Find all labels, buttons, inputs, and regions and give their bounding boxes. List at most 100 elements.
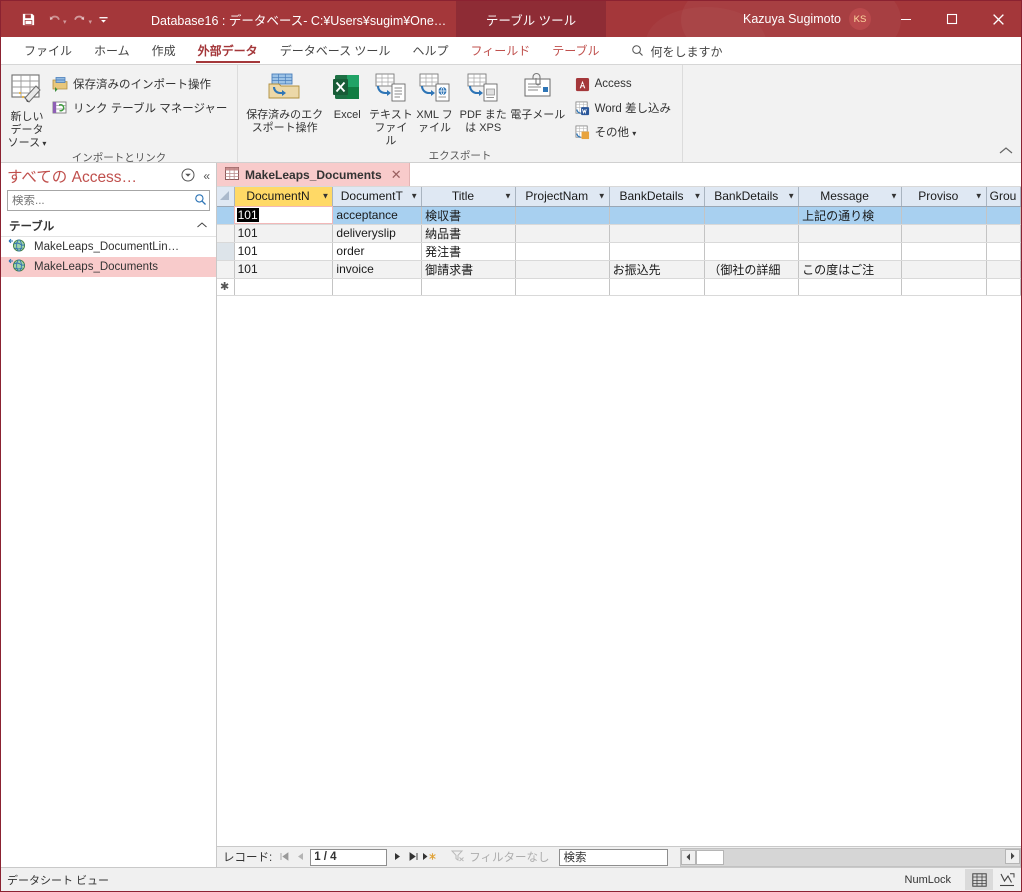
cell-title[interactable]: 検収書 xyxy=(421,206,516,225)
collapse-ribbon-button[interactable] xyxy=(999,144,1013,158)
scroll-left-button[interactable] xyxy=(681,849,697,865)
last-record-button[interactable] xyxy=(405,851,421,863)
chevron-down-icon[interactable]: ▼ xyxy=(410,192,418,201)
saved-imports-button[interactable]: 保存済みのインポート操作 xyxy=(47,72,232,96)
cell-bankdetails-2[interactable] xyxy=(704,206,800,225)
saved-exports-button[interactable]: 保存済みのエクスポート操作 xyxy=(244,69,325,135)
cell-bankdetails-1[interactable]: お振込先 xyxy=(609,260,706,279)
more-exports-button[interactable]: その他 ▾ xyxy=(570,120,676,144)
navpane-group-tables[interactable]: テーブル xyxy=(1,215,216,237)
cell-projectname[interactable] xyxy=(515,206,610,225)
cell-bankdetails-2[interactable] xyxy=(704,242,800,261)
cell-proviso[interactable] xyxy=(901,224,987,243)
avatar[interactable]: KS xyxy=(849,8,871,30)
column-header-projectname[interactable]: ProjectNam ▼ xyxy=(515,187,610,207)
navpane-search-input[interactable] xyxy=(12,194,194,207)
cell-group[interactable] xyxy=(986,260,1021,279)
cell-new-title[interactable] xyxy=(421,278,516,296)
cell-new-projectname[interactable] xyxy=(515,278,610,296)
ribbon-tab-external-data[interactable]: 外部データ xyxy=(187,39,269,64)
ribbon-tab-database-tools[interactable]: データベース ツール xyxy=(269,39,402,64)
export-access-button[interactable]: Access xyxy=(570,72,676,96)
cell-proviso[interactable] xyxy=(901,242,987,261)
previous-record-button[interactable] xyxy=(292,852,308,863)
column-header-title[interactable]: Title ▼ xyxy=(421,187,516,207)
navpane-search[interactable] xyxy=(7,190,210,211)
column-header-proviso[interactable]: Proviso ▼ xyxy=(901,187,987,207)
maximize-button[interactable] xyxy=(929,1,975,37)
export-text-file-button[interactable]: テキスト ファイル xyxy=(369,69,413,148)
row-selector[interactable] xyxy=(217,206,235,225)
record-position-input[interactable]: 1 / 4 xyxy=(310,848,388,866)
linked-table-manager-button[interactable]: リンク テーブル マネージャー xyxy=(47,96,232,120)
column-header-group[interactable]: Grou xyxy=(986,187,1021,207)
cell-new-bankdetails-2[interactable] xyxy=(704,278,800,296)
column-header-message[interactable]: Message ▼ xyxy=(798,187,902,207)
cell-bankdetails-2[interactable] xyxy=(704,224,800,243)
cell-bankdetails-1[interactable] xyxy=(609,224,706,243)
new-record-row[interactable]: ✱ xyxy=(217,278,1021,296)
ribbon-tab-help[interactable]: ヘルプ xyxy=(401,39,459,64)
chevron-down-icon[interactable]: ▼ xyxy=(693,192,701,201)
cell-new-documenttype[interactable] xyxy=(332,278,423,296)
chevron-down-icon[interactable]: ▼ xyxy=(322,192,330,201)
ribbon-tab-file[interactable]: ファイル xyxy=(13,39,83,64)
first-record-button[interactable] xyxy=(276,851,292,863)
scroll-right-button[interactable] xyxy=(1005,848,1020,864)
cell-documentnumber[interactable]: 101 xyxy=(234,242,334,261)
cell-bankdetails-1[interactable] xyxy=(609,242,706,261)
scrollbar-thumb[interactable] xyxy=(696,849,725,865)
column-header-bankdetails-1[interactable]: BankDetails ▼ xyxy=(609,187,706,207)
export-pdf-xps-button[interactable]: PDF または XPS xyxy=(456,69,510,135)
cell-documenttype[interactable]: order xyxy=(332,242,423,261)
new-record-selector[interactable]: ✱ xyxy=(217,278,235,296)
export-excel-button[interactable]: Excel xyxy=(325,69,369,122)
tell-me-box[interactable]: 何をしますか xyxy=(631,43,723,64)
cell-new-bankdetails-1[interactable] xyxy=(609,278,706,296)
table-row[interactable]: 101 invoice 御請求書 お振込先 （御社の詳細 この度はご注 xyxy=(217,260,1021,279)
ribbon-tab-create[interactable]: 作成 xyxy=(141,39,187,64)
cell-message[interactable] xyxy=(798,242,902,261)
row-selector[interactable] xyxy=(217,224,235,243)
chevron-circle-down-icon[interactable] xyxy=(179,168,197,185)
export-email-button[interactable]: 電子メール xyxy=(510,69,566,122)
cell-documentnumber[interactable]: 101 xyxy=(234,224,334,243)
account-area[interactable]: Kazuya Sugimoto KS xyxy=(743,1,871,37)
cell-message[interactable]: 上記の通り検 xyxy=(798,206,902,225)
ribbon-tab-table[interactable]: テーブル xyxy=(541,39,610,64)
cell-bankdetails-2[interactable]: （御社の詳細 xyxy=(704,260,800,279)
cell-projectname[interactable] xyxy=(515,260,610,279)
customize-qat-icon[interactable] xyxy=(92,6,114,32)
cell-message[interactable]: この度はご注 xyxy=(798,260,902,279)
column-header-bankdetails-2[interactable]: BankDetails ▼ xyxy=(704,187,800,207)
cell-message[interactable] xyxy=(798,224,902,243)
filter-status[interactable]: フィルターなし xyxy=(451,849,555,865)
cell-projectname[interactable] xyxy=(515,224,610,243)
row-selector[interactable] xyxy=(217,260,235,279)
datasheet-view-button[interactable] xyxy=(965,869,993,890)
chevron-down-icon[interactable]: ▼ xyxy=(787,192,795,201)
cell-documentnumber[interactable]: 101 xyxy=(234,206,334,225)
cell-documenttype[interactable]: invoice xyxy=(332,260,423,279)
column-header-documenttype[interactable]: DocumentT ▼ xyxy=(332,187,423,207)
record-search-input[interactable]: 検索 xyxy=(559,848,669,866)
cell-proviso[interactable] xyxy=(901,206,987,225)
cell-proviso[interactable] xyxy=(901,260,987,279)
ribbon-tab-fields[interactable]: フィールド xyxy=(459,39,541,64)
new-record-button[interactable] xyxy=(421,852,437,863)
new-data-source-button[interactable]: 新しいデータ ソース ▾ xyxy=(7,69,47,150)
ribbon-tab-home[interactable]: ホーム xyxy=(83,39,141,64)
cell-group[interactable] xyxy=(986,206,1021,225)
cell-bankdetails-1[interactable] xyxy=(609,206,706,225)
save-icon[interactable] xyxy=(15,6,41,32)
column-header-documentnumber[interactable]: DocumentN ▼ xyxy=(234,187,334,207)
cell-new-group[interactable] xyxy=(986,278,1021,296)
next-record-button[interactable] xyxy=(389,852,405,863)
chevron-down-icon[interactable]: ▼ xyxy=(598,192,606,201)
cell-documenttype[interactable]: deliveryslip xyxy=(332,224,423,243)
cell-group[interactable] xyxy=(986,224,1021,243)
cell-title[interactable]: 納品書 xyxy=(421,224,516,243)
cell-documenttype[interactable]: acceptance xyxy=(332,206,423,225)
table-row[interactable]: 101 deliveryslip 納品書 xyxy=(217,224,1021,243)
navpane-item-makeleaps-documentlinks[interactable]: MakeLeaps_DocumentLin… xyxy=(1,237,216,257)
